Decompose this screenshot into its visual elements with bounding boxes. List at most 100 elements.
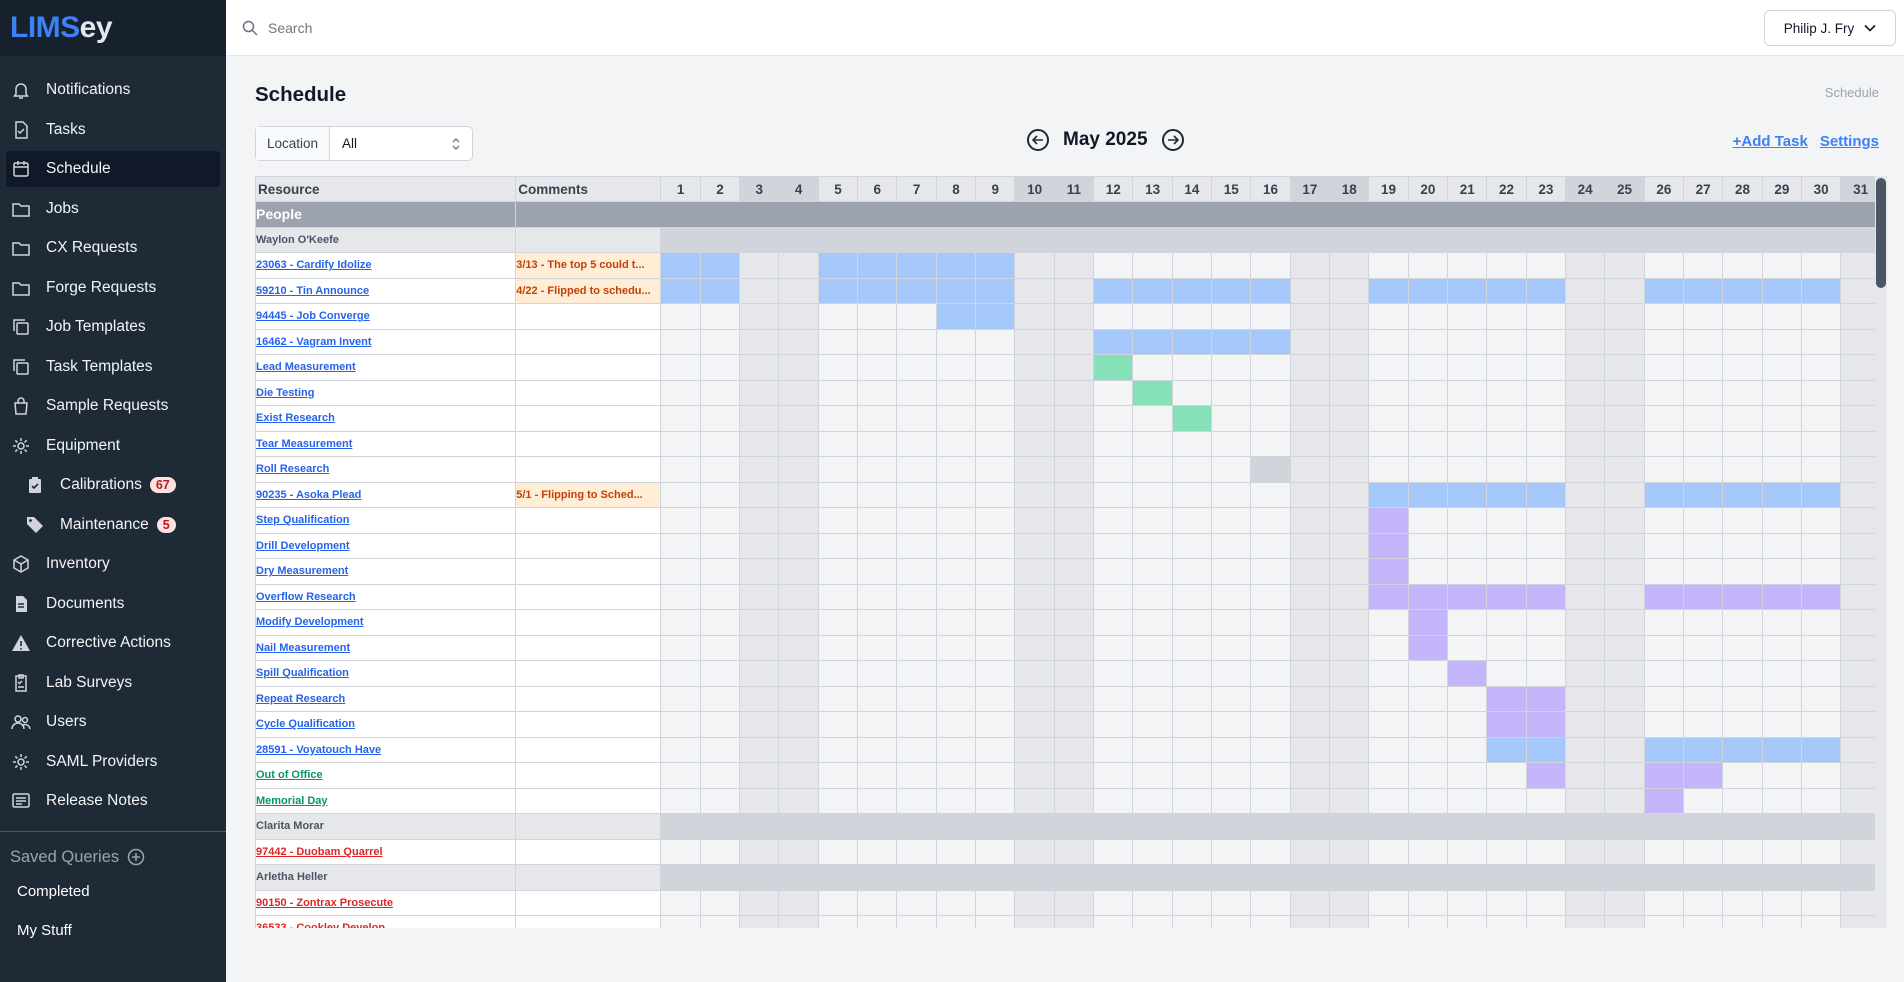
day-cell[interactable] [1683,685,1724,712]
day-cell[interactable] [1565,889,1606,916]
day-cell[interactable] [817,711,859,738]
day-cell[interactable] [975,405,1016,432]
day-cell[interactable] [1761,558,1803,585]
day-cell[interactable] [1604,532,1645,559]
day-cell[interactable] [1053,379,1095,406]
day-cell[interactable] [1683,838,1724,865]
day-cell[interactable] [857,838,898,865]
day-cell[interactable] [1053,405,1095,432]
day-cell[interactable] [1800,660,1842,687]
sidebar-item-lab-surveys[interactable]: Lab Surveys [6,665,220,701]
day-cell[interactable] [1407,685,1449,712]
day-cell[interactable] [975,915,1016,928]
day-cell[interactable] [1132,711,1173,738]
day-cell[interactable] [1565,711,1606,738]
day-cell[interactable] [1683,379,1724,406]
day-cell[interactable] [1525,303,1567,330]
day-cell[interactable] [1643,430,1685,457]
day-cell[interactable] [1014,481,1055,508]
day-cell[interactable] [660,507,701,534]
day-cell[interactable] [1722,558,1763,585]
day-cell[interactable] [817,379,859,406]
day-cell[interactable] [1722,838,1763,865]
day-cell[interactable] [857,736,898,763]
day-cell[interactable] [1407,889,1449,916]
day-cell[interactable] [1722,507,1763,534]
day-cell[interactable] [935,609,977,636]
day-cell[interactable] [1329,405,1370,432]
day-cell[interactable] [1250,379,1291,406]
day-cell[interactable] [1722,456,1763,483]
day-cell[interactable] [1643,456,1685,483]
day-cell[interactable] [975,660,1016,687]
day-cell[interactable] [817,838,859,865]
day-cell[interactable] [660,915,701,928]
day-cell[interactable] [1643,915,1685,928]
day-cell[interactable] [1329,915,1370,928]
day-cell[interactable] [739,915,780,928]
day-cell[interactable] [1053,583,1095,610]
breadcrumb[interactable]: Schedule [1825,85,1879,100]
day-cell[interactable] [778,787,819,814]
resource-link[interactable]: Roll Research [257,463,330,475]
day-cell[interactable] [1171,456,1213,483]
day-cell[interactable] [1486,583,1527,610]
day-cell[interactable] [1565,328,1606,355]
day-cell[interactable] [1643,660,1685,687]
day-cell[interactable] [699,328,741,355]
day-cell[interactable] [1565,277,1606,304]
day-cell[interactable] [739,430,780,457]
day-cell[interactable] [935,915,977,928]
day-cell[interactable] [857,762,898,789]
day-cell[interactable] [857,354,898,381]
resource-link[interactable]: Cycle Qualification [257,718,356,730]
day-cell[interactable] [1329,711,1370,738]
day-cell[interactable] [1525,430,1567,457]
resource-link[interactable]: Exist Research [257,412,335,424]
day-cell[interactable] [699,787,741,814]
sidebar-item-calibrations[interactable]: Calibrations 67 [6,467,220,503]
day-cell[interactable] [1761,711,1803,738]
day-cell[interactable] [1093,303,1134,330]
day-cell[interactable] [896,430,937,457]
day-cell[interactable] [1329,838,1370,865]
day-cell[interactable] [1250,558,1291,585]
day-cell[interactable] [739,762,780,789]
day-cell[interactable] [975,634,1016,661]
day-cell[interactable] [1447,303,1488,330]
day-cell[interactable] [1800,507,1842,534]
day-cell[interactable] [1525,532,1567,559]
day-cell[interactable] [896,609,937,636]
resource-link[interactable]: Memorial Day [257,795,328,807]
day-cell[interactable] [1800,736,1842,763]
day-cell[interactable] [778,456,819,483]
day-cell[interactable] [1486,915,1527,928]
day-cell[interactable] [1407,532,1449,559]
day-cell[interactable] [1053,634,1095,661]
day-cell[interactable] [1211,787,1252,814]
day-cell[interactable] [1093,583,1134,610]
day-cell[interactable] [1604,660,1645,687]
day-cell[interactable] [699,303,741,330]
day-cell[interactable] [1761,660,1803,687]
day-cell[interactable] [817,277,859,304]
day-cell[interactable] [1053,328,1095,355]
day-cell[interactable] [857,328,898,355]
day-cell[interactable] [778,507,819,534]
day-cell[interactable] [1289,915,1331,928]
day-cell[interactable] [1211,736,1252,763]
day-cell[interactable] [1604,405,1645,432]
day-cell[interactable] [1683,711,1724,738]
day-cell[interactable] [1486,430,1527,457]
day-cell[interactable] [1643,583,1685,610]
comment-cell[interactable]: 5/1 - Flipping to Sched... [515,481,662,508]
day-cell[interactable] [1053,609,1095,636]
day-cell[interactable] [1132,685,1173,712]
sidebar-item-cx-requests[interactable]: CX Requests [6,230,220,266]
day-cell[interactable] [1211,915,1252,928]
day-cell[interactable] [739,481,780,508]
day-cell[interactable] [1722,736,1763,763]
day-cell[interactable] [1132,787,1173,814]
day-cell[interactable] [935,328,977,355]
resource-link[interactable]: Modify Development [257,616,364,628]
